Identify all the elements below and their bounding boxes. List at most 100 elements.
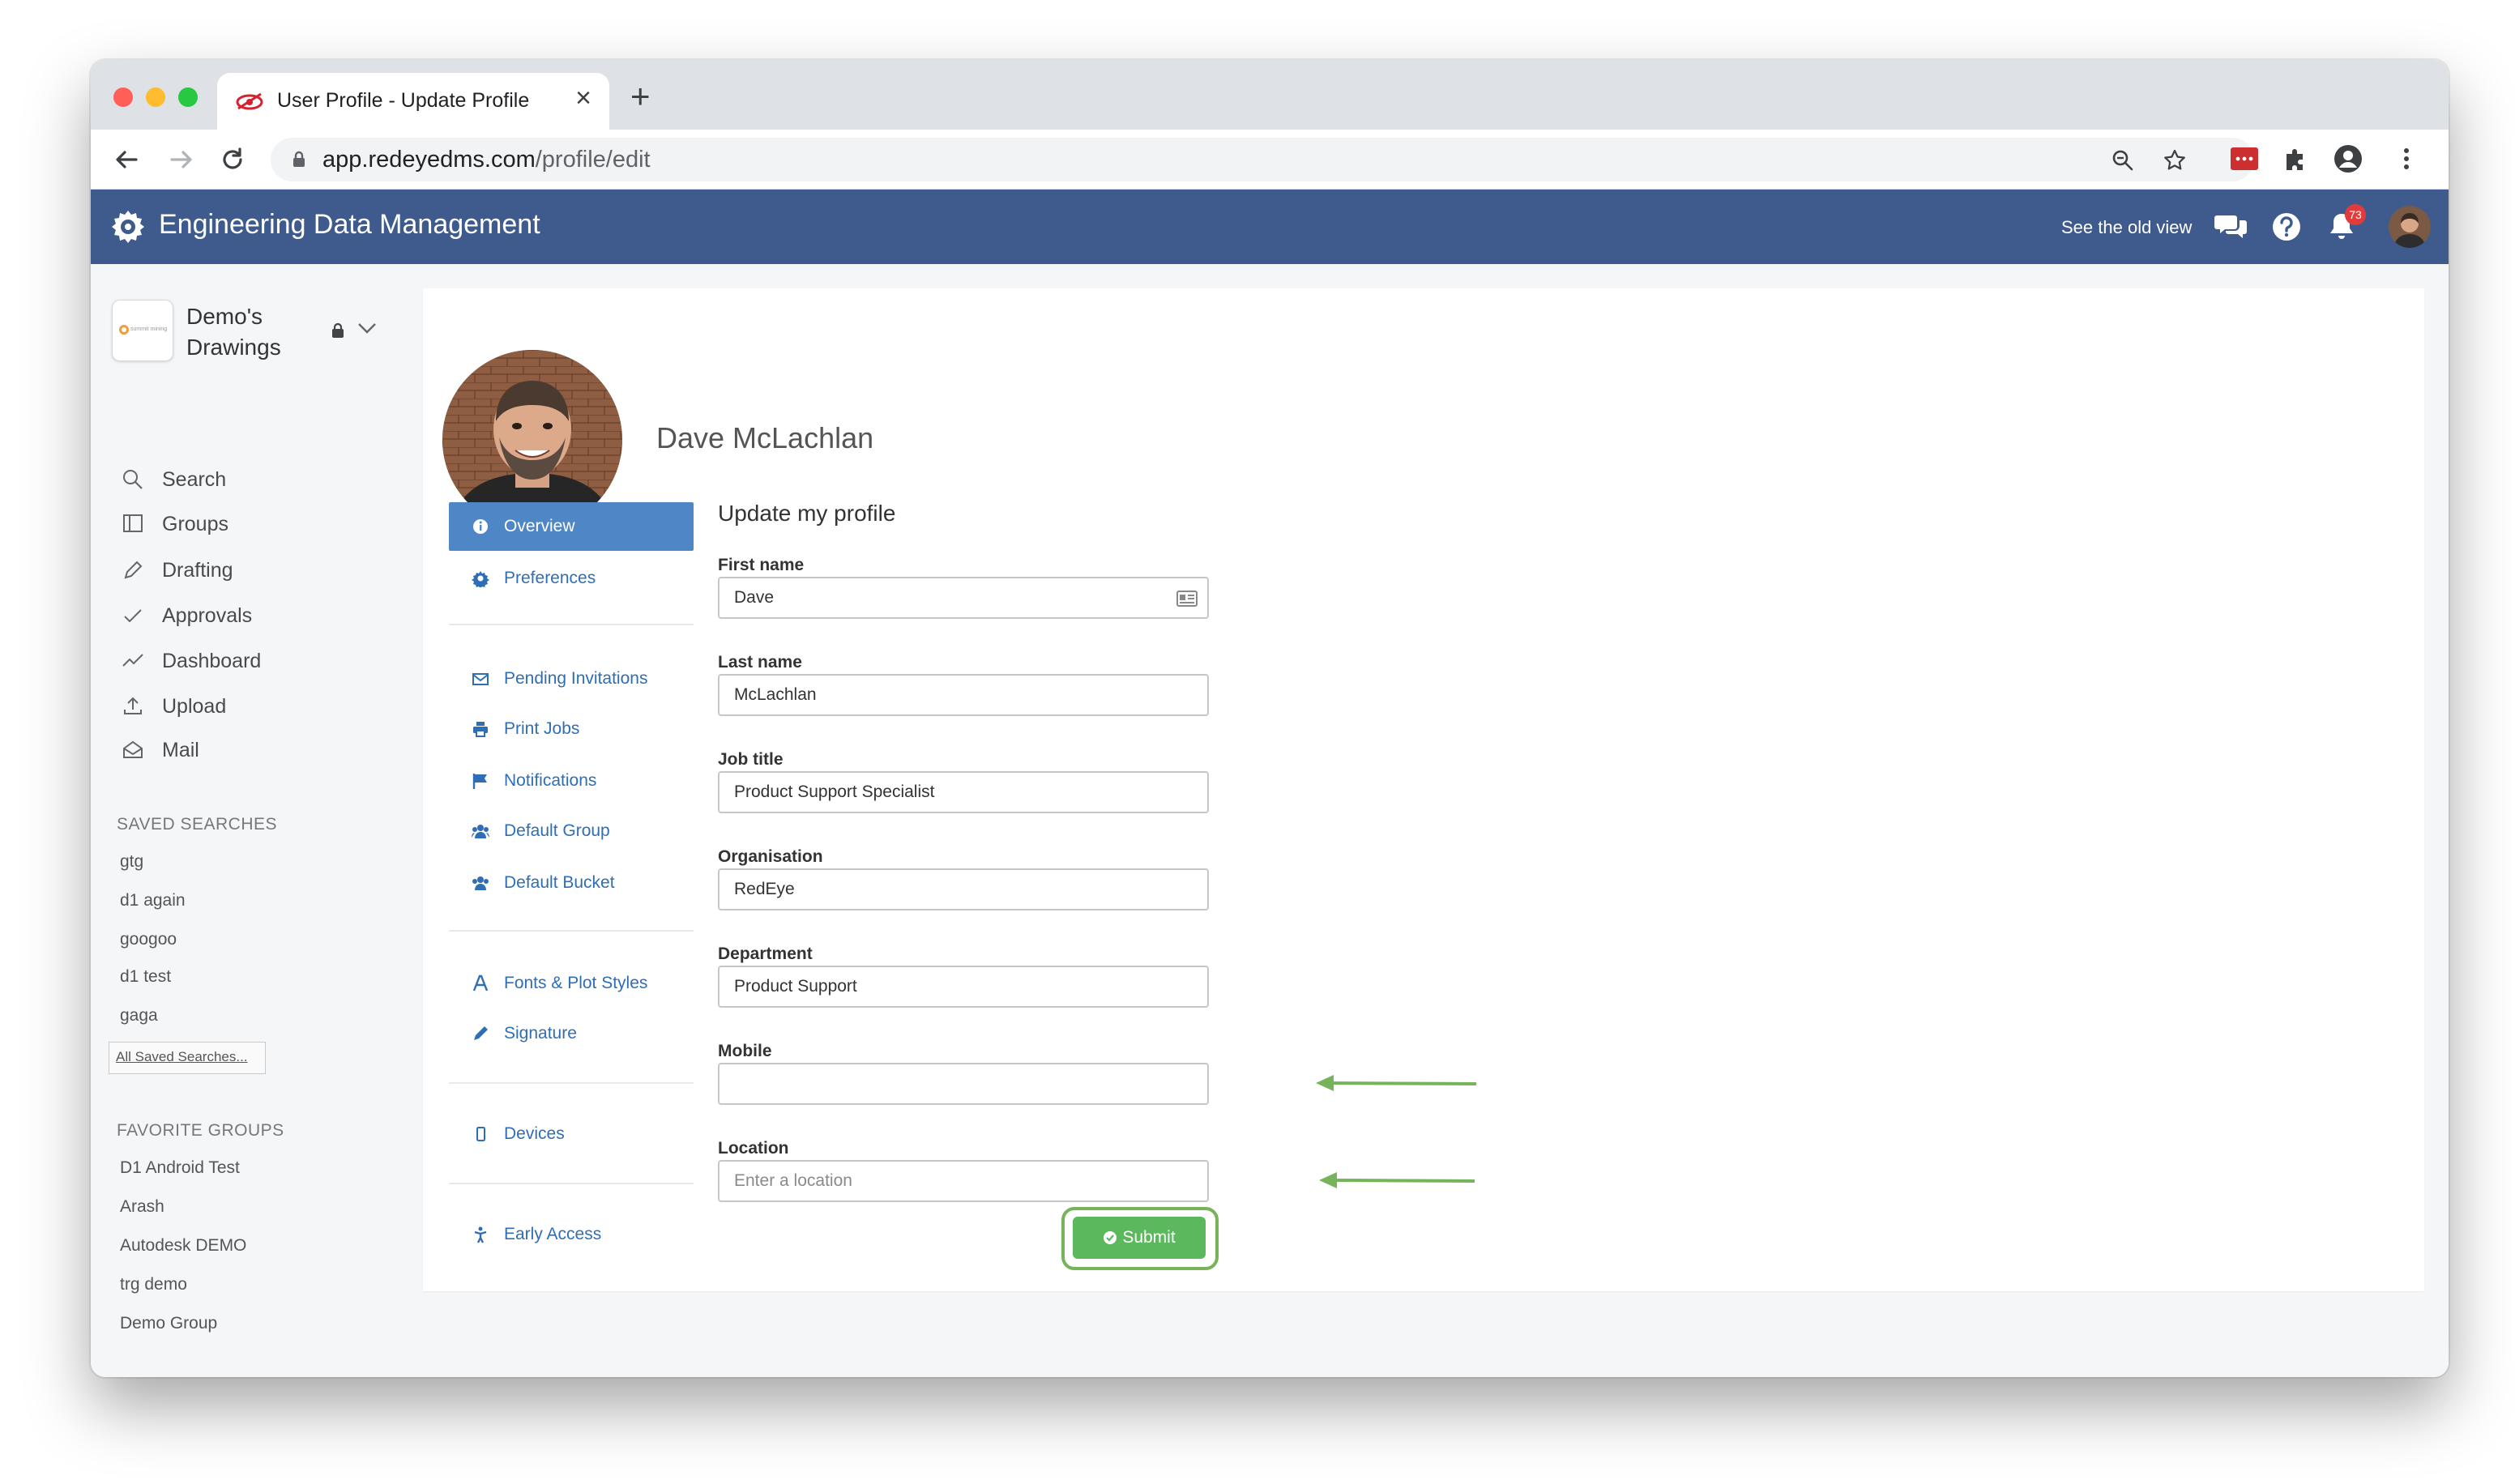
menu-item-label: Pending Invitations: [504, 669, 648, 688]
menu-item-label: Notifications: [504, 771, 597, 790]
last-name-label: Last name: [718, 653, 802, 672]
location-field[interactable]: [718, 1160, 1209, 1202]
sidebar-item-label: Groups: [162, 512, 228, 535]
menu-item-label: Default Bucket: [504, 873, 615, 892]
check-circle-icon: [1104, 1231, 1117, 1244]
reload-icon[interactable]: [212, 139, 253, 180]
department-field[interactable]: [718, 966, 1209, 1008]
menu-item-preferences[interactable]: Preferences: [472, 564, 596, 593]
sidebar-item-label: Drafting: [162, 558, 233, 582]
first-name-field[interactable]: [718, 577, 1209, 619]
mail-icon: [123, 740, 143, 758]
saved-search-item[interactable]: gaga: [120, 1006, 158, 1026]
all-saved-searches-button[interactable]: All Saved Searches...: [109, 1042, 266, 1074]
menu-item-notifications[interactable]: Notifications: [472, 766, 596, 795]
favorite-group-item[interactable]: Demo Group: [120, 1314, 217, 1333]
users-icon: [472, 876, 489, 890]
gear-logo-icon[interactable]: [109, 207, 147, 246]
saved-search-item[interactable]: d1 again: [120, 891, 186, 910]
favorite-group-item[interactable]: Arash: [120, 1197, 164, 1217]
users-icon: [472, 825, 489, 838]
sidebar-item-dashboard[interactable]: Dashboard: [122, 645, 261, 677]
tab-close-icon[interactable]: ×: [575, 84, 591, 112]
menu-item-label: Preferences: [504, 569, 596, 587]
menu-item-label: Signature: [504, 1024, 577, 1043]
groups-icon: [123, 514, 143, 532]
app-title[interactable]: Engineering Data Management: [159, 209, 540, 241]
menu-item-overview[interactable]: Overview: [472, 512, 575, 541]
tab-strip: User Profile - Update Profile × +: [91, 60, 2449, 130]
menu-item-default-group[interactable]: Default Group: [472, 817, 610, 846]
sidebar-item-label: Upload: [162, 694, 227, 718]
printer-icon: [473, 722, 488, 737]
favorite-group-item[interactable]: Autodesk DEMO: [120, 1236, 246, 1256]
bookmark-star-icon[interactable]: [2162, 147, 2188, 173]
menu-divider: [449, 930, 694, 932]
tab-title: User Profile - Update Profile: [277, 89, 530, 112]
sidebar-item-mail[interactable]: Mail: [122, 734, 199, 766]
location-label: Location: [718, 1139, 789, 1158]
chat-bubbles-icon[interactable]: [2214, 209, 2249, 245]
envelope-icon: [472, 673, 489, 685]
zoom-icon[interactable]: [2110, 147, 2136, 173]
chevron-down-icon[interactable]: [357, 321, 378, 335]
address-bar[interactable]: app.redeyedms.com/profile/edit: [271, 138, 2254, 181]
sidebar-item-drafting[interactable]: Drafting: [122, 554, 233, 586]
saved-search-item[interactable]: googoo: [120, 930, 177, 949]
sidebar-item-groups[interactable]: Groups: [122, 508, 228, 540]
password-extension-icon[interactable]: [2228, 143, 2261, 175]
mobile-label: Mobile: [718, 1042, 772, 1060]
old-view-link[interactable]: See the old view: [2061, 217, 2192, 238]
lock-icon: [332, 322, 344, 338]
menu-item-label: Fonts & Plot Styles: [504, 974, 648, 992]
account-circle-icon[interactable]: [2332, 143, 2364, 175]
maximize-window-button[interactable]: [178, 87, 198, 107]
favorite-group-item[interactable]: D1 Android Test: [120, 1158, 240, 1178]
minimize-window-button[interactable]: [146, 87, 165, 107]
menu-item-fonts-plot-styles[interactable]: Fonts & Plot Styles: [472, 969, 647, 998]
last-name-field[interactable]: [718, 674, 1209, 716]
user-avatar[interactable]: [2389, 206, 2431, 248]
help-icon[interactable]: [2269, 209, 2304, 245]
submit-button-label: Submit: [1122, 1228, 1176, 1247]
url-text: app.redeyedms.com/profile/edit: [322, 147, 651, 173]
menu-item-early-access[interactable]: Early Access: [472, 1220, 601, 1249]
lock-icon: [293, 151, 305, 167]
saved-search-item[interactable]: gtg: [120, 852, 143, 872]
mobile-field[interactable]: [718, 1063, 1209, 1105]
menu-item-default-bucket[interactable]: Default Bucket: [472, 868, 615, 898]
sidebar-item-label: Dashboard: [162, 649, 262, 672]
browser-tab[interactable]: User Profile - Update Profile ×: [217, 73, 609, 130]
back-arrow-icon[interactable]: [107, 139, 147, 180]
contact-card-icon[interactable]: [1176, 590, 1198, 608]
extensions-puzzle-icon[interactable]: [2280, 143, 2312, 175]
menu-item-print-jobs[interactable]: Print Jobs: [472, 714, 579, 744]
organisation-field[interactable]: [718, 868, 1209, 910]
menu-item-devices[interactable]: Devices: [472, 1119, 565, 1149]
sidebar-item-approvals[interactable]: Approvals: [122, 599, 252, 632]
browser-toolbar: app.redeyedms.com/profile/edit: [91, 130, 2449, 190]
job-title-label: Job title: [718, 750, 784, 769]
workspace-logo-mark-icon: [119, 325, 129, 335]
submit-button[interactable]: Submit: [1073, 1217, 1206, 1259]
menu-item-signature[interactable]: Signature: [472, 1019, 577, 1048]
redeye-favicon-icon: [236, 92, 263, 110]
mobile-icon: [476, 1127, 485, 1141]
forward-arrow-icon[interactable]: [160, 139, 201, 180]
sidebar-item-upload[interactable]: Upload: [122, 690, 226, 723]
workspace-name[interactable]: Demo's Drawings: [186, 301, 324, 363]
saved-search-item[interactable]: d1 test: [120, 967, 171, 987]
profile-card: Dave McLachlan Overview Preferences Pend…: [423, 288, 2424, 1291]
new-tab-button[interactable]: +: [630, 79, 651, 113]
job-title-field[interactable]: [718, 771, 1209, 813]
menu-item-pending-invitations[interactable]: Pending Invitations: [472, 664, 647, 693]
saved-searches-heading: SAVED SEARCHES: [117, 815, 277, 834]
favorite-group-item[interactable]: trg demo: [120, 1275, 187, 1294]
close-window-button[interactable]: [113, 87, 133, 107]
browser-menu-icon[interactable]: [2390, 143, 2423, 175]
avatar-photo-icon: [2389, 206, 2431, 248]
sidebar: summit mining Demo's Drawings Search Gro…: [91, 264, 416, 1377]
menu-item-label: Early Access: [504, 1225, 602, 1243]
workspace-logo[interactable]: summit mining: [112, 300, 173, 361]
sidebar-item-search[interactable]: Search: [122, 463, 226, 496]
